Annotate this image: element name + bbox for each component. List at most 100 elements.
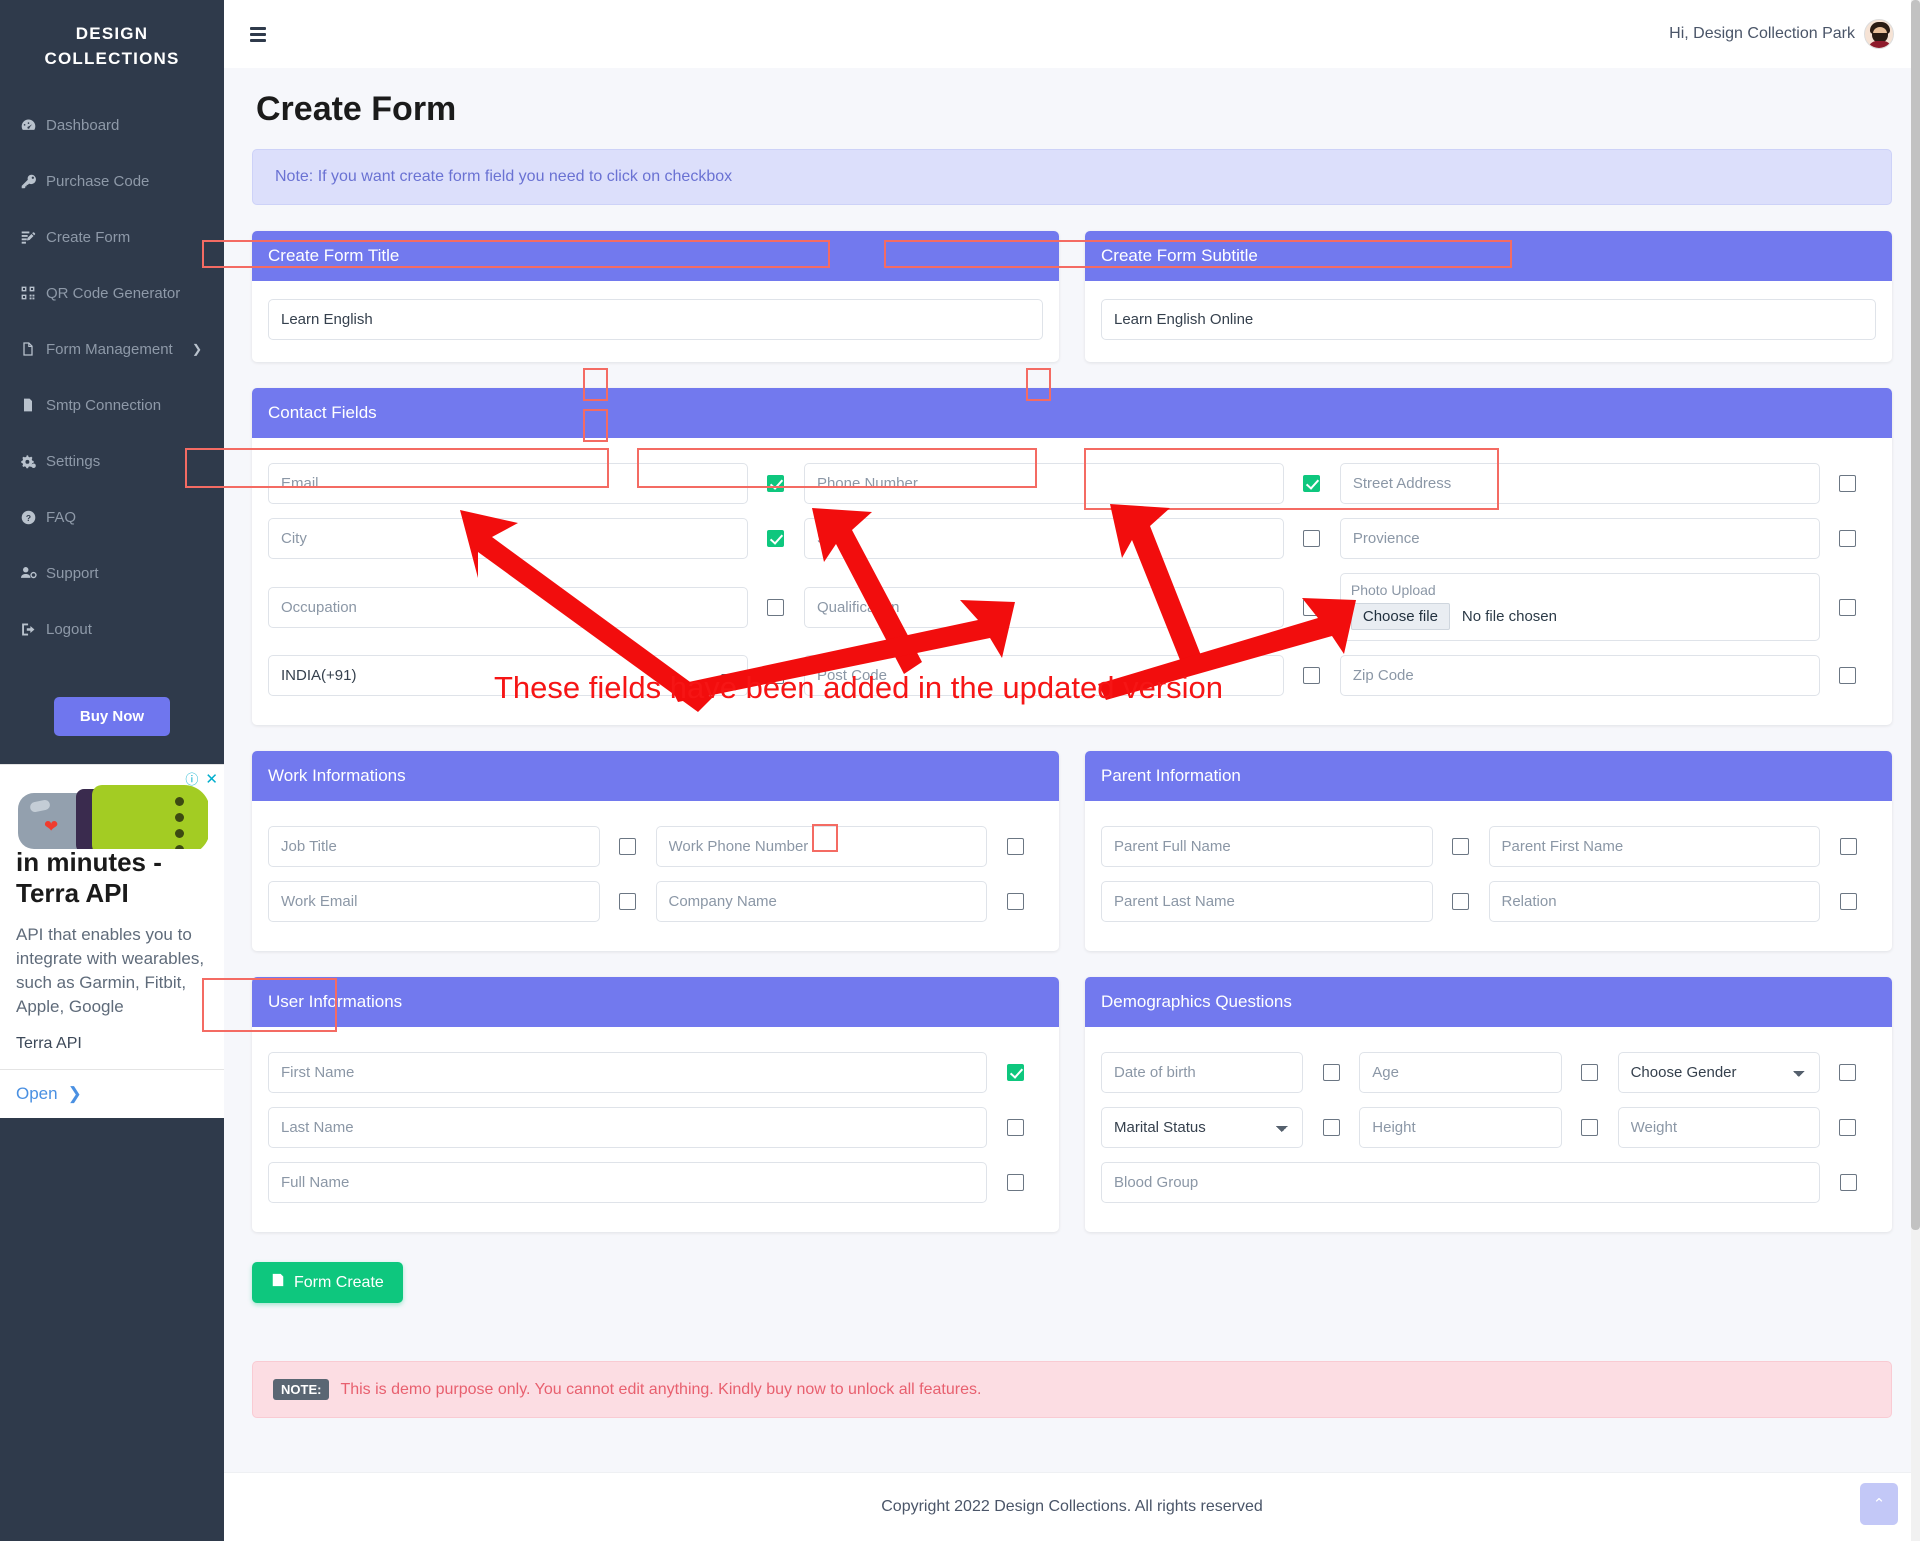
- form-title-input[interactable]: [268, 299, 1043, 340]
- parent-last-name-input[interactable]: [1101, 881, 1433, 922]
- company-name-input[interactable]: [655, 881, 987, 922]
- relation-checkbox[interactable]: [1839, 893, 1857, 910]
- gender-checkbox[interactable]: [1839, 1064, 1857, 1081]
- sidebar-item-label: FAQ: [46, 508, 77, 526]
- contact-fields-body: Photo Upload Choose file No file chosen …: [252, 438, 1892, 725]
- zip-code-checkbox[interactable]: [1839, 667, 1857, 684]
- city-input[interactable]: [268, 518, 748, 559]
- work-email-input[interactable]: [268, 881, 600, 922]
- create-form-subtitle-header: Create Form Subtitle: [1085, 231, 1892, 281]
- blood-group-input[interactable]: [1101, 1162, 1820, 1203]
- sidebar-item-settings[interactable]: Settings: [0, 433, 224, 489]
- marital-status-select[interactable]: Marital Status: [1101, 1107, 1304, 1148]
- relation-input[interactable]: [1488, 881, 1820, 922]
- sidebar-item-form-management[interactable]: Form Management ❯: [0, 321, 224, 377]
- last-name-checkbox[interactable]: [1006, 1119, 1024, 1136]
- sidebar-item-dashboard[interactable]: Dashboard: [0, 97, 224, 153]
- sidebar-item-purchase-code[interactable]: Purchase Code: [0, 153, 224, 209]
- phone-number-input[interactable]: [803, 463, 1284, 504]
- scrollbar-thumb[interactable]: [1911, 0, 1920, 1230]
- field-city: [268, 511, 804, 566]
- marital-status-checkbox[interactable]: [1322, 1119, 1340, 1136]
- form-create-button[interactable]: Form Create: [252, 1262, 403, 1303]
- state-checkbox[interactable]: [1303, 530, 1321, 547]
- ad-body: in minutes - Terra API API that enables …: [0, 835, 224, 1069]
- form-subtitle-input[interactable]: [1101, 299, 1876, 340]
- logout-icon: [20, 621, 46, 638]
- create-form-subtitle-body: [1085, 281, 1892, 362]
- zip-code-input[interactable]: [1339, 655, 1820, 696]
- age-input[interactable]: [1359, 1052, 1562, 1093]
- first-name-checkbox[interactable]: [1006, 1064, 1024, 1081]
- weight-input[interactable]: [1617, 1107, 1820, 1148]
- parent-full-name-checkbox[interactable]: [1452, 838, 1469, 855]
- demo-note-text: This is demo purpose only. You cannot ed…: [340, 1380, 982, 1398]
- height-checkbox[interactable]: [1581, 1119, 1599, 1136]
- sidebar-item-support[interactable]: Support: [0, 545, 224, 601]
- email-input[interactable]: [268, 463, 748, 504]
- height-input[interactable]: [1359, 1107, 1562, 1148]
- sidebar-item-logout[interactable]: Logout: [0, 601, 224, 657]
- job-title-input[interactable]: [268, 826, 600, 867]
- choose-file-button[interactable]: Choose file: [1350, 603, 1450, 630]
- topbar-user-area[interactable]: Hi, Design Collection Park: [1669, 19, 1894, 49]
- parent-first-name-checkbox[interactable]: [1839, 838, 1857, 855]
- sidebar-item-qr-code-generator[interactable]: QR Code Generator: [0, 265, 224, 321]
- avatar[interactable]: [1864, 19, 1894, 49]
- sidebar: DESIGN COLLECTIONS Dashboard Purchase Co…: [0, 0, 224, 1541]
- last-name-input[interactable]: [268, 1107, 987, 1148]
- qualification-checkbox[interactable]: [1303, 598, 1321, 616]
- date-of-birth-checkbox[interactable]: [1322, 1064, 1340, 1081]
- provience-input[interactable]: [1339, 518, 1820, 559]
- gender-select[interactable]: Choose Gender: [1617, 1052, 1820, 1093]
- sidebar-item-faq[interactable]: ? FAQ: [0, 489, 224, 545]
- country-code-checkbox[interactable]: [767, 667, 785, 684]
- demographics-questions-body: Choose Gender Marital Status: [1085, 1027, 1892, 1232]
- hamburger-menu-icon[interactable]: [250, 26, 266, 42]
- ad-open-link[interactable]: Open ❯: [0, 1069, 224, 1118]
- parent-information-body: [1085, 801, 1892, 951]
- street-address-checkbox[interactable]: [1839, 475, 1857, 492]
- first-name-input[interactable]: [268, 1052, 987, 1093]
- occupation-input[interactable]: [268, 586, 748, 628]
- country-code-select[interactable]: INDIA(+91): [268, 655, 748, 696]
- full-name-checkbox[interactable]: [1006, 1174, 1024, 1191]
- street-address-input[interactable]: [1339, 463, 1820, 504]
- sidebar-item-label: Smtp Connection: [46, 396, 162, 414]
- field-last-name: [268, 1100, 1043, 1155]
- buy-now-button[interactable]: Buy Now: [53, 697, 171, 737]
- field-full-name: [268, 1155, 1043, 1210]
- parent-first-name-input[interactable]: [1488, 826, 1820, 867]
- work-phone-number-checkbox[interactable]: [1006, 838, 1024, 855]
- age-checkbox[interactable]: [1581, 1064, 1599, 1081]
- full-name-input[interactable]: [268, 1162, 987, 1203]
- field-qualification: [803, 566, 1340, 648]
- date-of-birth-input[interactable]: [1101, 1052, 1304, 1093]
- work-informations-body: [252, 801, 1059, 951]
- occupation-checkbox[interactable]: [767, 598, 785, 616]
- email-checkbox[interactable]: [767, 475, 785, 492]
- scroll-to-top-button[interactable]: ⌃: [1860, 1483, 1898, 1525]
- qualification-input[interactable]: [803, 586, 1284, 628]
- ad-image-area: ⓘ ✕ ❤: [0, 765, 224, 850]
- work-email-checkbox[interactable]: [619, 893, 636, 910]
- job-title-checkbox[interactable]: [619, 838, 636, 855]
- page-scrollbar[interactable]: [1911, 0, 1920, 1541]
- phone-number-checkbox[interactable]: [1303, 475, 1321, 492]
- photo-upload-checkbox[interactable]: [1839, 598, 1857, 616]
- provience-checkbox[interactable]: [1839, 530, 1857, 547]
- post-code-input[interactable]: [803, 655, 1284, 696]
- post-code-checkbox[interactable]: [1303, 667, 1321, 684]
- work-phone-number-input[interactable]: [655, 826, 987, 867]
- state-input[interactable]: [803, 518, 1284, 559]
- photo-upload-box[interactable]: Photo Upload Choose file No file chosen: [1339, 573, 1820, 641]
- sidebar-item-create-form[interactable]: Create Form: [0, 209, 224, 265]
- parent-full-name-input[interactable]: [1101, 826, 1433, 867]
- weight-checkbox[interactable]: [1839, 1119, 1857, 1136]
- blood-group-checkbox[interactable]: [1839, 1174, 1857, 1191]
- city-checkbox[interactable]: [767, 530, 785, 547]
- ad-open-label: Open: [16, 1084, 58, 1104]
- sidebar-item-smtp-connection[interactable]: Smtp Connection: [0, 377, 224, 433]
- company-name-checkbox[interactable]: [1006, 893, 1024, 910]
- parent-last-name-checkbox[interactable]: [1452, 893, 1469, 910]
